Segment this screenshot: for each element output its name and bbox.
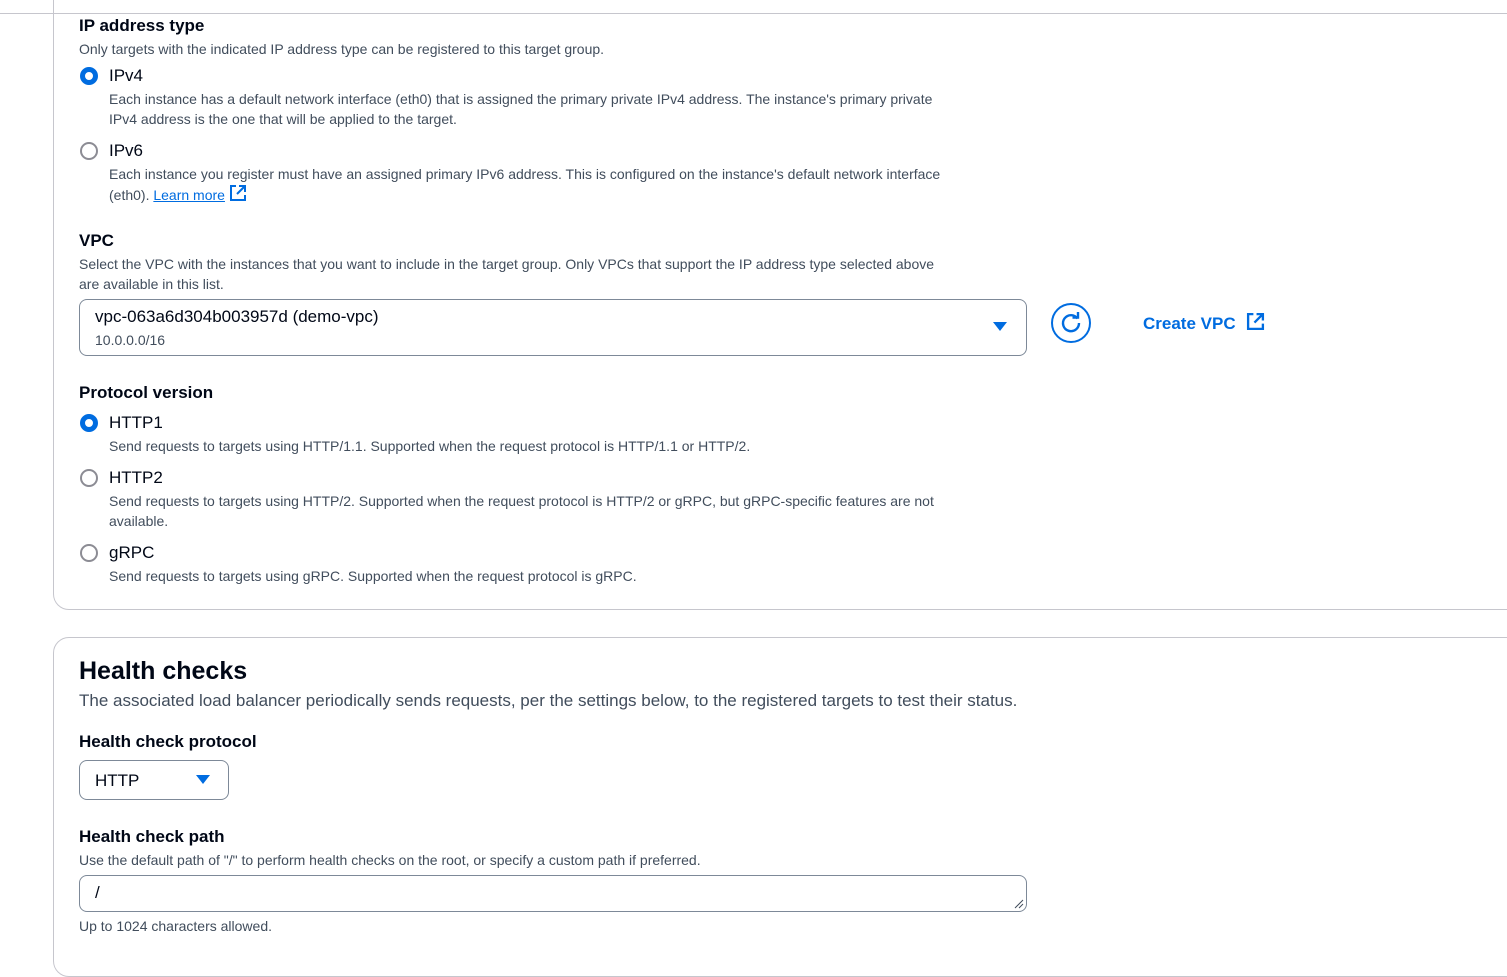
- chevron-down-icon: [993, 322, 1007, 331]
- ipv6-radio[interactable]: [80, 142, 98, 160]
- refresh-button[interactable]: [1051, 303, 1091, 343]
- vpc-selected-value: vpc-063a6d304b003957d (demo-vpc): [95, 307, 379, 326]
- learn-more-link[interactable]: Learn more: [153, 187, 225, 203]
- ipv4-description-line1: Each instance has a default network inte…: [109, 91, 933, 107]
- http2-description-line2: available.: [109, 513, 169, 529]
- grpc-radio-label[interactable]: gRPC: [109, 543, 154, 563]
- ip-address-type-description: Only targets with the indicated IP addre…: [79, 41, 605, 57]
- chevron-down-icon: [196, 775, 210, 784]
- vpc-description-line1: Select the VPC with the instances that y…: [79, 256, 935, 272]
- grpc-radio[interactable]: [80, 544, 98, 562]
- protocol-version-label: Protocol version: [79, 383, 214, 402]
- ipv6-description-line2: (eth0). Learn more: [109, 184, 247, 205]
- create-vpc-label[interactable]: Create VPC: [1143, 314, 1236, 333]
- ipv6-description-text: (eth0).: [109, 187, 150, 203]
- refresh-icon: [1061, 312, 1081, 333]
- ipv4-radio-label[interactable]: IPv4: [109, 66, 143, 86]
- http1-description: Send requests to targets using HTTP/1.1.…: [109, 438, 751, 454]
- external-link-icon[interactable]: [229, 184, 247, 202]
- health-checks-description: The associated load balancer periodicall…: [79, 691, 1018, 710]
- vpc-label: VPC: [79, 231, 114, 250]
- vpc-description-line2: are available in this list.: [79, 276, 224, 292]
- ipv4-radio[interactable]: [80, 67, 98, 85]
- resize-handle-icon[interactable]: [1014, 899, 1024, 909]
- health-check-path-description: Use the default path of "/" to perform h…: [79, 852, 701, 868]
- health-check-path-label: Health check path: [79, 827, 225, 846]
- vpc-select[interactable]: vpc-063a6d304b003957d (demo-vpc) 10.0.0.…: [79, 299, 1027, 356]
- http2-description-line1: Send requests to targets using HTTP/2. S…: [109, 493, 934, 509]
- http1-radio-label[interactable]: HTTP1: [109, 413, 163, 433]
- http2-radio[interactable]: [80, 469, 98, 487]
- ipv4-description-line2: IPv4 address is the one that will be app…: [109, 111, 457, 127]
- external-link-icon[interactable]: [1246, 312, 1265, 331]
- health-check-protocol-select[interactable]: HTTP: [79, 760, 229, 800]
- http2-radio-label[interactable]: HTTP2: [109, 468, 163, 488]
- ip-address-type-label: IP address type: [79, 16, 205, 35]
- http1-radio[interactable]: [80, 414, 98, 432]
- vpc-selected-cidr: 10.0.0.0/16: [95, 332, 166, 348]
- health-check-path-input[interactable]: /: [79, 875, 1027, 912]
- health-check-protocol-value: HTTP: [95, 771, 140, 790]
- health-check-protocol-label: Health check protocol: [79, 732, 257, 751]
- health-checks-title: Health checks: [79, 657, 248, 685]
- health-check-path-constraint: Up to 1024 characters allowed.: [79, 918, 272, 934]
- grpc-description: Send requests to targets using gRPC. Sup…: [109, 568, 637, 584]
- create-vpc-link[interactable]: Create VPC: [1143, 312, 1265, 334]
- ipv6-description-line1: Each instance you register must have an …: [109, 166, 941, 182]
- health-check-path-value: /: [95, 883, 100, 902]
- ipv6-radio-label[interactable]: IPv6: [109, 141, 143, 161]
